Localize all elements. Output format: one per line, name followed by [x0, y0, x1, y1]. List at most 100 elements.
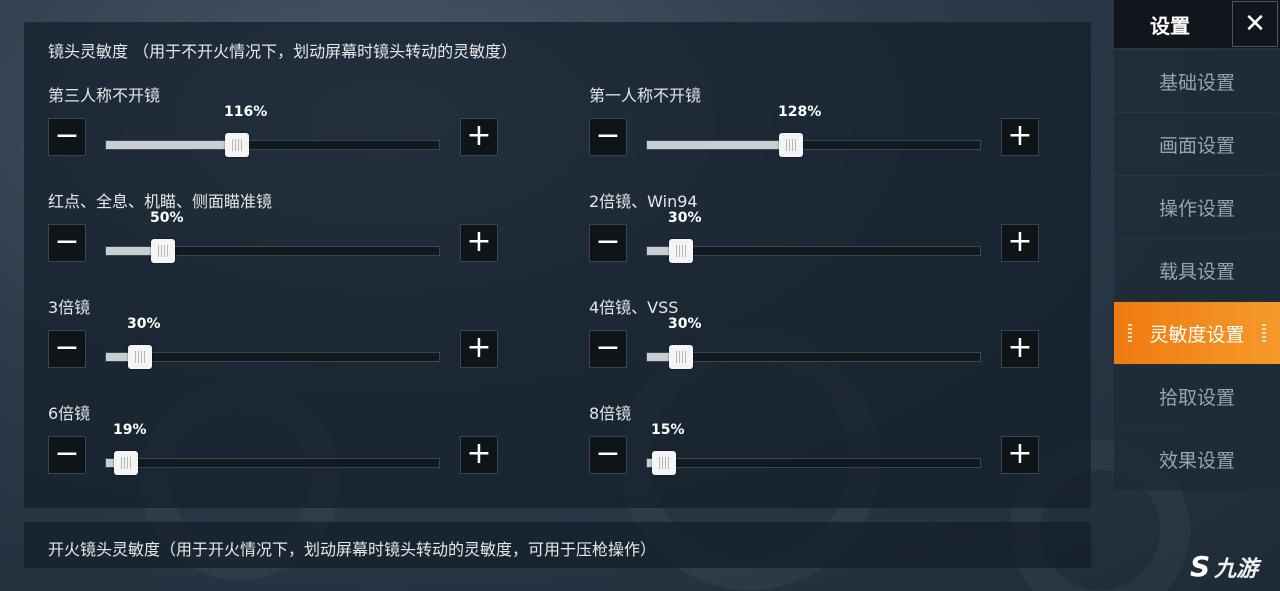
watermark: S 九游 — [1190, 550, 1258, 583]
slider-fill — [647, 141, 791, 149]
sensitivity-panel: 镜头灵敏度 （用于不开火情况下，划动屏幕时镜头转动的灵敏度） 第三人称不开镜 −… — [24, 22, 1091, 508]
decrease-button[interactable]: − — [48, 436, 86, 474]
minus-icon: − — [54, 329, 80, 365]
slider-thumb[interactable] — [225, 133, 249, 157]
sidebar-header: 设置 ✕ — [1114, 0, 1280, 48]
plus-icon: + — [1007, 223, 1033, 259]
slider-red-dot: 红点、全息、机瞄、侧面瞄准镜 − 50% + — [48, 188, 498, 278]
fire-sensitivity-title: 开火镜头灵敏度（用于开火情况下，划动屏幕时镜头转动的灵敏度，可用于压枪操作） — [48, 540, 657, 559]
slider-value: 50% — [150, 210, 184, 226]
increase-button[interactable]: + — [460, 436, 498, 474]
fire-sensitivity-section[interactable]: 开火镜头灵敏度（用于开火情况下，划动屏幕时镜头转动的灵敏度，可用于压枪操作） — [24, 522, 1091, 568]
slider-value: 19% — [113, 422, 147, 438]
plus-icon: + — [1007, 435, 1033, 471]
menu-item-graphics[interactable]: 画面设置 — [1114, 113, 1280, 175]
slider-thumb[interactable] — [114, 451, 138, 475]
increase-button[interactable]: + — [1001, 224, 1039, 262]
slider-value: 116% — [224, 104, 268, 120]
slider-track[interactable] — [105, 133, 440, 157]
slider-value: 128% — [778, 104, 822, 120]
slider-fill — [106, 141, 237, 149]
menu-item-vehicle[interactable]: 载具设置 — [1114, 239, 1280, 301]
menu-item-label: 载具设置 — [1158, 260, 1235, 283]
slider-track[interactable] — [646, 345, 981, 369]
increase-button[interactable]: + — [460, 330, 498, 368]
decrease-button[interactable]: − — [589, 330, 627, 368]
menu-item-label: 操作设置 — [1158, 197, 1235, 220]
decrease-button[interactable]: − — [589, 224, 627, 262]
plus-icon: + — [1007, 329, 1033, 365]
settings-menu: 基础设置 画面设置 操作设置 载具设置 灵敏度设置 拾取设置 效果设置 — [1114, 50, 1280, 491]
plus-icon: + — [1007, 117, 1033, 153]
increase-button[interactable]: + — [460, 118, 498, 156]
slider-4x-scope: 4倍镜、VSS − 30% + — [589, 294, 1039, 384]
plus-icon: + — [466, 117, 492, 153]
slider-label: 第三人称不开镜 — [48, 86, 161, 105]
slider-label: 3倍镜 — [48, 298, 91, 317]
slider-value: 30% — [668, 316, 702, 332]
slider-third-person: 第三人称不开镜 − 116% + — [48, 82, 498, 172]
slider-label: 6倍镜 — [48, 404, 91, 423]
plus-icon: + — [466, 329, 492, 365]
minus-icon: − — [595, 223, 621, 259]
menu-item-effects[interactable]: 效果设置 — [1114, 428, 1280, 490]
menu-item-label: 灵敏度设置 — [1149, 323, 1245, 346]
menu-item-basic[interactable]: 基础设置 — [1114, 50, 1280, 112]
plus-icon: + — [466, 223, 492, 259]
slider-label: 第一人称不开镜 — [589, 86, 702, 105]
increase-button[interactable]: + — [1001, 330, 1039, 368]
slider-track[interactable] — [646, 133, 981, 157]
decrease-button[interactable]: − — [48, 330, 86, 368]
slider-thumb[interactable] — [652, 451, 676, 475]
slider-label: 8倍镜 — [589, 404, 632, 423]
minus-icon: − — [595, 329, 621, 365]
sidebar-title: 设置 — [1150, 14, 1190, 38]
close-button[interactable]: ✕ — [1232, 1, 1278, 47]
watermark-logo-icon: S — [1190, 550, 1211, 583]
menu-item-pickup[interactable]: 拾取设置 — [1114, 365, 1280, 427]
slider-track[interactable] — [646, 451, 981, 475]
watermark-text: 九游 — [1214, 556, 1259, 582]
slider-thumb[interactable] — [669, 239, 693, 263]
decrease-button[interactable]: − — [48, 118, 86, 156]
slider-thumb[interactable] — [669, 345, 693, 369]
slider-value: 15% — [651, 422, 685, 438]
minus-icon: − — [54, 223, 80, 259]
increase-button[interactable]: + — [1001, 436, 1039, 474]
slider-6x-scope: 6倍镜 − 19% + — [48, 400, 498, 490]
slider-value: 30% — [668, 210, 702, 226]
menu-item-label: 拾取设置 — [1158, 386, 1235, 409]
decrease-button[interactable]: − — [589, 436, 627, 474]
slider-3x-scope: 3倍镜 − 30% + — [48, 294, 498, 384]
menu-item-label: 效果设置 — [1158, 449, 1235, 472]
decrease-button[interactable]: − — [589, 118, 627, 156]
slider-8x-scope: 8倍镜 − 15% + — [589, 400, 1039, 490]
minus-icon: − — [595, 435, 621, 471]
close-icon: ✕ — [1244, 9, 1266, 39]
menu-item-label: 画面设置 — [1158, 134, 1235, 157]
slider-thumb[interactable] — [779, 133, 803, 157]
menu-item-sensitivity[interactable]: 灵敏度设置 — [1114, 302, 1280, 364]
slider-label: 红点、全息、机瞄、侧面瞄准镜 — [48, 192, 273, 211]
slider-first-person: 第一人称不开镜 − 128% + — [589, 82, 1039, 172]
slider-value: 30% — [127, 316, 161, 332]
increase-button[interactable]: + — [460, 224, 498, 262]
slider-thumb[interactable] — [151, 239, 175, 263]
slider-track[interactable] — [105, 451, 440, 475]
slider-track[interactable] — [105, 345, 440, 369]
section-title: 镜头灵敏度 （用于不开火情况下，划动屏幕时镜头转动的灵敏度） — [48, 42, 518, 61]
increase-button[interactable]: + — [1001, 118, 1039, 156]
slider-2x-scope: 2倍镜、Win94 − 30% + — [589, 188, 1039, 278]
minus-icon: − — [54, 435, 80, 471]
slider-track[interactable] — [105, 239, 440, 263]
slider-track[interactable] — [646, 239, 981, 263]
slider-thumb[interactable] — [128, 345, 152, 369]
menu-item-label: 基础设置 — [1158, 71, 1235, 94]
plus-icon: + — [466, 435, 492, 471]
settings-sidebar: 设置 ✕ 基础设置 画面设置 操作设置 载具设置 灵敏度设置 拾取设置 效果设置 — [1114, 0, 1280, 591]
decrease-button[interactable]: − — [48, 224, 86, 262]
slider-label: 4倍镜、VSS — [589, 298, 679, 317]
minus-icon: − — [595, 117, 621, 153]
minus-icon: − — [54, 117, 80, 153]
menu-item-controls[interactable]: 操作设置 — [1114, 176, 1280, 238]
